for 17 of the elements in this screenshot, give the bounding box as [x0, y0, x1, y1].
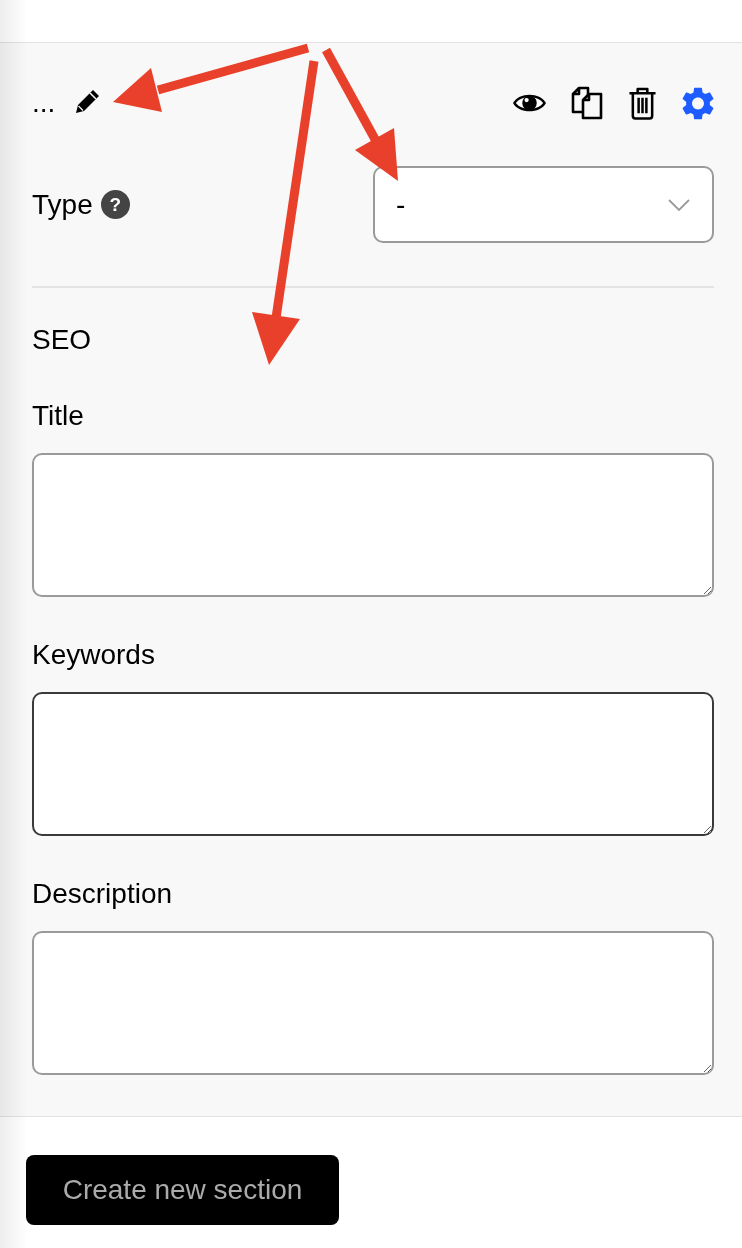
eye-icon[interactable]	[513, 92, 546, 114]
text-area-field[interactable]	[32, 692, 714, 836]
trash-icon[interactable]	[628, 86, 657, 120]
copy-icon[interactable]	[571, 86, 603, 120]
text-area-field[interactable]	[32, 931, 714, 1075]
field-label: Keywords	[32, 639, 155, 671]
chevron-icon	[668, 198, 690, 211]
field-label: Description	[32, 878, 173, 910]
type-label: Type	[32, 188, 93, 221]
pencil-icon[interactable]	[75, 88, 102, 114]
settings-icon[interactable]	[682, 86, 714, 120]
help-icon[interactable]: ?	[100, 190, 130, 219]
section-heading: SEO	[32, 324, 92, 356]
text-area-field[interactable]	[32, 453, 714, 597]
field-label: Title	[32, 400, 84, 432]
type-select[interactable]: -	[373, 166, 714, 243]
section-title: ...	[32, 87, 56, 119]
